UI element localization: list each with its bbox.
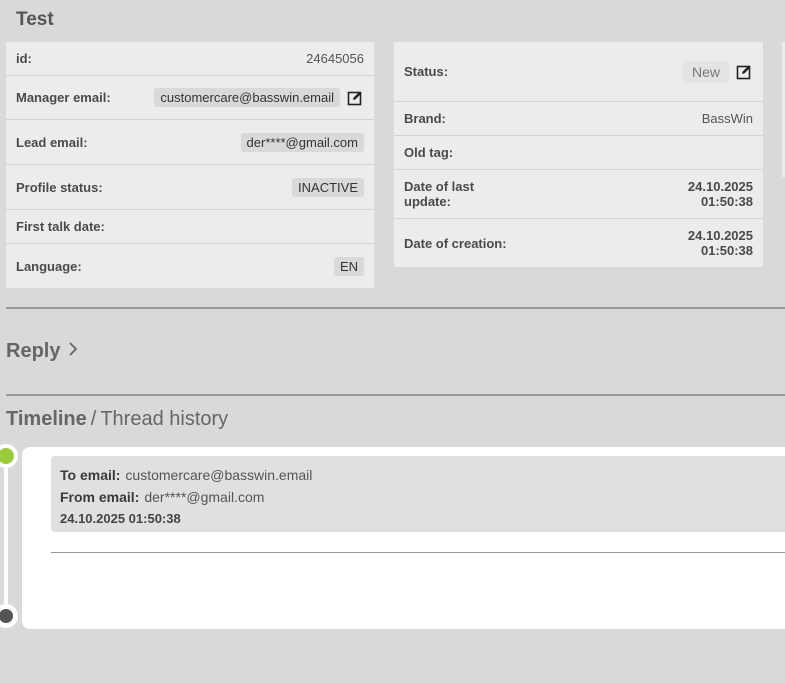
thread-details-card: Status: New Brand: BassWin Old tag: Date… — [394, 42, 763, 267]
detail-row-lead-email: Lead email: der****@gmail.com — [6, 120, 374, 165]
lead-email-value: der****@gmail.com — [240, 132, 364, 152]
detail-label: Manager email: — [16, 90, 111, 105]
reply-toggle[interactable]: Reply — [6, 340, 78, 363]
detail-label: id: — [16, 51, 32, 66]
detail-row-first-talk-date: First talk date: — [6, 210, 374, 244]
detail-value: 24.10.2025 01:50:38 — [687, 179, 753, 209]
message-divider — [51, 552, 785, 553]
detail-row-date-creation: Date of creation: 24.10.2025 01:50:38 — [394, 219, 763, 267]
detail-label: Date of creation: — [404, 235, 507, 251]
detail-value: 24.10.2025 01:50:38 — [687, 228, 753, 258]
detail-label: Old tag: — [404, 145, 454, 160]
detail-row-profile-status: Profile status: INACTIVE — [6, 165, 374, 210]
edit-icon[interactable] — [735, 63, 753, 81]
timeline-start-dot — [0, 444, 18, 468]
detail-row-language: Language: EN — [6, 244, 374, 288]
detail-label: Status: — [404, 64, 449, 79]
message-card[interactable]: To email: customercare@basswin.email From… — [22, 447, 785, 629]
detail-label: Brand: — [404, 111, 446, 126]
to-label: To email: — [60, 467, 121, 483]
detail-label: Lead email: — [16, 134, 88, 150]
message-date: 24.10.2025 01:50:38 — [60, 511, 181, 526]
message-from: From email: der****@gmail.com — [60, 486, 785, 508]
section-divider — [6, 307, 785, 309]
chevron-right-icon — [68, 341, 78, 362]
timeline-subtitle: Thread history — [100, 408, 229, 430]
detail-value: BassWin — [701, 111, 753, 126]
reply-label: Reply — [6, 340, 61, 362]
detail-row-old-tag: Old tag: — [394, 136, 763, 170]
detail-label: Language: — [16, 258, 82, 274]
lead-details-card: id: 24645056 Manager email: customercare… — [6, 42, 374, 288]
detail-label: First talk date: — [16, 219, 105, 234]
profile-status-badge: INACTIVE — [292, 177, 364, 197]
detail-row-id: id: 24645056 — [6, 42, 374, 76]
message-to: To email: customercare@basswin.email — [60, 464, 785, 486]
detail-label: Profile status: — [16, 179, 103, 195]
from-label: From email: — [60, 489, 140, 505]
detail-row-manager-email: Manager email: customercare@basswin.emai… — [6, 76, 374, 120]
section-divider — [6, 394, 785, 396]
timeline-line — [4, 456, 8, 616]
detail-label: Date of last update: — [404, 179, 475, 209]
timeline-heading: Timeline / Thread history — [6, 408, 228, 431]
detail-row-date-last-update: Date of last update: 24.10.2025 01:50:38 — [394, 170, 763, 219]
language-badge: EN — [333, 256, 364, 276]
from-value: der****@gmail.com — [144, 489, 265, 505]
detail-value: 24645056 — [306, 51, 364, 66]
page-title: Test — [16, 9, 54, 30]
edit-icon[interactable] — [346, 89, 364, 107]
status-badge: New — [682, 60, 729, 83]
to-value: customercare@basswin.email — [125, 467, 313, 483]
detail-row-brand: Brand: BassWin — [394, 102, 763, 136]
detail-row-status: Status: New — [394, 42, 763, 102]
message-header: To email: customercare@basswin.email From… — [51, 456, 785, 532]
manager-email-value: customercare@basswin.email — [154, 88, 340, 107]
timeline-title: Timeline — [6, 408, 87, 430]
timeline-separator: / — [90, 408, 97, 430]
timeline-end-dot — [0, 604, 18, 628]
